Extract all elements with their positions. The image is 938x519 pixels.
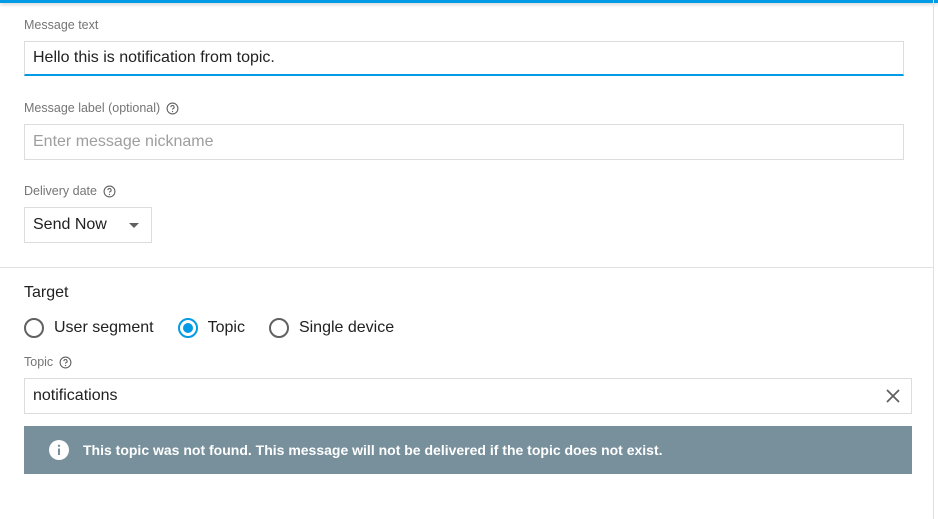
label-text: Delivery date <box>24 184 97 198</box>
topic-warning-banner: This topic was not found. This message w… <box>24 426 912 474</box>
help-circle-icon[interactable] <box>59 356 72 369</box>
radio-user-segment[interactable]: User segment <box>24 318 154 338</box>
topic-label: Topic <box>24 355 72 369</box>
placeholder: Enter message nickname <box>33 133 214 150</box>
close-icon[interactable] <box>885 388 901 404</box>
radio-circle[interactable] <box>268 318 289 338</box>
info-icon <box>49 440 69 460</box>
input-value: notifications <box>33 387 118 404</box>
selected-value: Send Now <box>33 216 107 233</box>
radio-label: Topic <box>207 319 245 336</box>
chevron-down-icon <box>129 223 139 228</box>
message-text-input[interactable]: Hello this is notification from topic. <box>24 41 904 76</box>
input-value: Hello this is notification from topic. <box>33 49 275 66</box>
target-heading: Target <box>24 284 69 301</box>
message-label-input[interactable]: Enter message nickname <box>24 124 904 160</box>
message-label-label: Message label (optional) <box>24 101 179 115</box>
label-text: Message label (optional) <box>24 101 161 115</box>
help-circle-icon[interactable] <box>166 102 179 115</box>
label-text: Topic <box>24 355 54 369</box>
warning-text: This topic was not found. This message w… <box>83 442 663 458</box>
radio-single-device[interactable]: Single device <box>268 318 395 338</box>
right-border <box>933 0 934 519</box>
help-circle-icon[interactable] <box>103 185 116 198</box>
radio-label: Single device <box>298 319 395 336</box>
label-text: Message text <box>24 18 99 32</box>
topic-input[interactable]: notifications <box>24 378 912 414</box>
radio-label: User segment <box>54 319 154 336</box>
radio-circle-selected[interactable] <box>177 318 198 338</box>
section-divider <box>0 267 933 268</box>
target-radio-group: User segment Topic Single device <box>24 318 418 338</box>
message-text-label: Message text <box>24 18 98 32</box>
radio-circle[interactable] <box>24 318 44 338</box>
radio-topic[interactable]: Topic <box>177 318 245 338</box>
top-accent-bar <box>0 0 938 3</box>
delivery-date-label: Delivery date <box>24 184 116 198</box>
delivery-date-select[interactable]: Send Now <box>24 207 152 243</box>
